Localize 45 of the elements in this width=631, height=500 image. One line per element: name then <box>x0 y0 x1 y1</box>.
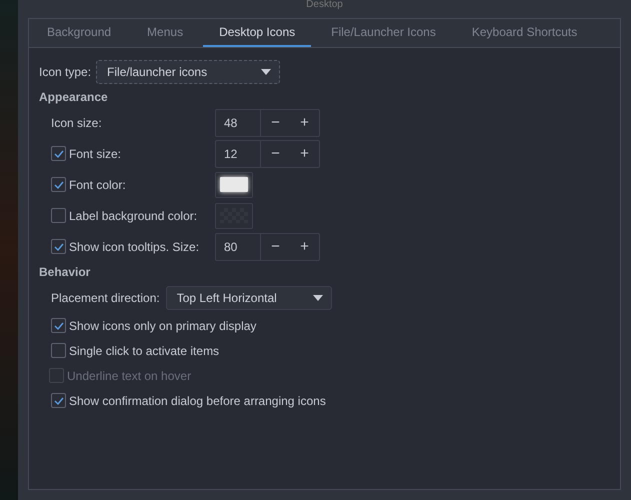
color-button[interactable] <box>215 172 253 198</box>
dropdown[interactable]: File/launcher icons <box>96 60 280 84</box>
checkbox[interactable] <box>51 177 66 192</box>
field-label: Font size: <box>69 146 122 160</box>
color-button[interactable] <box>215 202 253 228</box>
checkbox-label: Show icons only on primary display <box>69 318 256 332</box>
caret-icon <box>312 294 323 300</box>
dropdown[interactable]: Top Left Horizontal <box>166 286 332 310</box>
section-heading: Appearance <box>39 89 109 106</box>
checkbox-label: Underline text on hover <box>67 368 192 382</box>
checkbox[interactable] <box>51 393 66 408</box>
checkbox[interactable] <box>51 208 66 223</box>
checkbox-label: Single click to activate items <box>69 344 220 358</box>
spin-box[interactable]: 48 − + <box>215 108 320 136</box>
spin-box[interactable]: 12 − + <box>215 140 320 168</box>
field-label: Placement direction: <box>51 290 160 304</box>
checkbox[interactable] <box>51 239 66 254</box>
field-label: Label background color: <box>69 208 198 222</box>
section-heading: Behavior <box>39 264 92 281</box>
decrement-button[interactable]: − <box>261 110 290 136</box>
checkbox[interactable] <box>51 343 66 358</box>
checkbox[interactable] <box>51 318 66 333</box>
increment-button[interactable]: + <box>290 234 319 260</box>
spin-value[interactable]: 12 <box>216 140 261 166</box>
check-icon <box>54 148 64 158</box>
spin-value[interactable]: 80 <box>216 234 261 260</box>
field-label: Font color: <box>69 178 126 192</box>
tab[interactable]: Desktop Icons <box>203 19 312 47</box>
check-icon <box>54 180 64 190</box>
check-icon <box>54 396 64 406</box>
window-title: Desktop <box>306 0 343 10</box>
increment-button[interactable]: + <box>290 110 319 136</box>
field-label: Icon type: <box>39 64 92 78</box>
caret-icon <box>261 68 272 74</box>
field-label: Show icon tooltips. Size: <box>69 240 200 254</box>
spin-box[interactable]: 80 − + <box>215 232 320 260</box>
spin-value[interactable]: 48 <box>216 110 261 136</box>
checkbox-label: Show confirmation dialog before arranging icons <box>69 394 326 408</box>
increment-button[interactable]: + <box>290 140 319 166</box>
checkbox[interactable] <box>51 146 66 161</box>
field-label: Icon size: <box>51 116 102 130</box>
check-icon <box>54 320 64 330</box>
decrement-button[interactable]: − <box>261 140 290 166</box>
decrement-button[interactable]: − <box>261 234 290 260</box>
check-icon <box>54 242 64 252</box>
